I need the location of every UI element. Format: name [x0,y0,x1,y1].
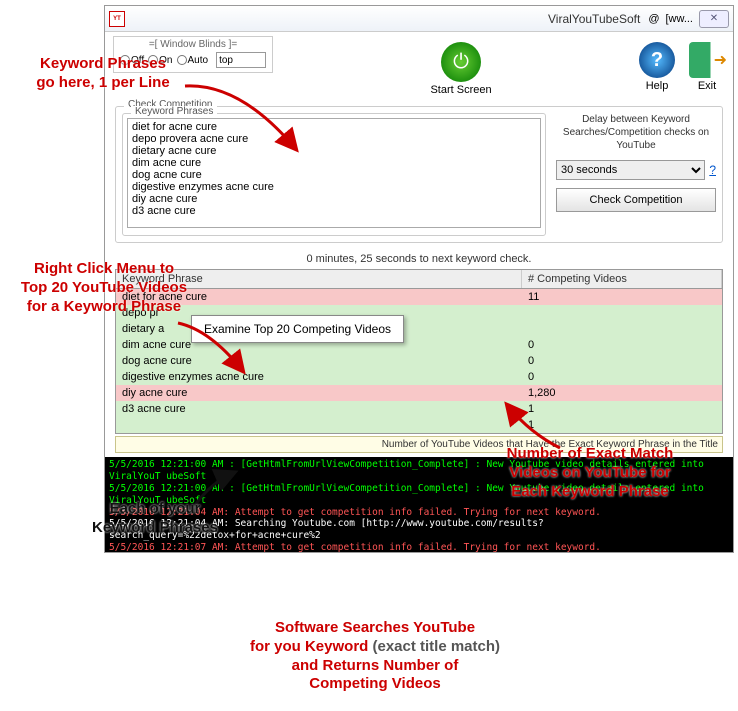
delay-select[interactable]: 30 seconds [556,160,705,180]
callout-software-search: Software Searches YouTube for you Keywor… [230,615,520,698]
titlebar: YT ViralYouTubeSoft @ [ww... ✕ [105,6,733,32]
arrow-icon [180,78,310,171]
col-competing-videos: # Competing Videos [522,270,722,288]
callout-exact-match: Number of Exact MatchVideos on YouTube f… [480,445,700,501]
app-title: ViralYouTubeSoft [548,12,640,26]
start-screen-button[interactable]: ⏻ Start Screen [430,42,491,96]
arrow-icon [170,315,260,388]
window-blinds-title: =[ Window Blinds ]= [120,39,266,50]
url-fragment: [ww... [665,13,693,25]
table-row[interactable]: d3 acne cure1 [116,401,722,417]
blinds-top-input[interactable] [216,52,266,68]
table-header: Keyword Phrase # Competing Videos [116,270,722,289]
callout-keyword-phrases: Keyword Phrasesgo here, 1 per Line [8,55,198,93]
help-button[interactable]: ? Help [639,42,675,92]
delay-help-link[interactable]: ? [709,163,716,177]
help-icon: ? [639,42,675,78]
close-button[interactable]: ✕ [699,10,729,28]
power-icon: ⏻ [441,42,481,82]
app-icon: YT [109,11,125,27]
delay-label: Delay between Keyword Searches/Competiti… [556,113,716,152]
check-competition-button[interactable]: Check Competition [556,188,716,212]
at-symbol: @ [648,13,659,25]
exit-icon [689,42,725,78]
table-row[interactable]: diet for acne cure11 [116,289,722,305]
callout-right-click: Right Click Menu toTop 20 YouTube Videos… [4,260,204,316]
table-row[interactable]: 1 [116,417,722,433]
exit-button[interactable]: Exit [689,42,725,92]
callout-each-phrase: Each of yourKeyword Phrases [70,500,240,538]
